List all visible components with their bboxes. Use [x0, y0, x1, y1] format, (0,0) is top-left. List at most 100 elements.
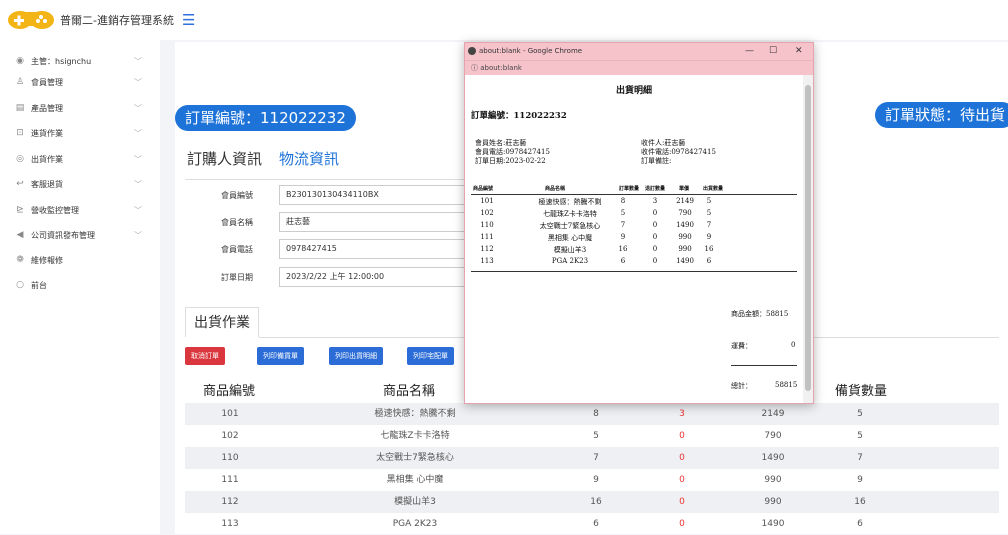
doc-col-id: 商品編號: [473, 186, 494, 192]
prep-qty-cell: 5: [857, 409, 863, 419]
doc-title: 出貨明細: [615, 86, 652, 96]
outbound-icon: ◎: [16, 154, 24, 164]
doc-cell: 6: [706, 257, 712, 265]
doc-cell: 極速快感：熱騰不剩: [538, 198, 602, 206]
sidebar-item-returns[interactable]: ↩ 客服退貨 ﹀: [0, 171, 160, 197]
product-id-cell: 112: [221, 497, 239, 507]
doc-cell: 16: [704, 245, 714, 253]
info-icon: ⓘ: [471, 64, 478, 72]
order-qty-cell: 7: [593, 453, 599, 463]
column-header-product-name: 商品名稱: [383, 384, 436, 399]
doc-cell: PGA 2K23: [551, 257, 589, 265]
member-phone-text: 會員電話:0978427415: [475, 148, 550, 156]
chevron-down-icon: ﹀: [134, 230, 142, 240]
member-name-text: 會員姓名:莊志藝: [475, 139, 527, 147]
doc-cell: 9: [620, 233, 626, 241]
prep-qty-cell: 16: [854, 497, 866, 507]
doc-cell: 太空戰士7緊急核心: [539, 222, 601, 230]
inbound-icon: ⊡: [16, 128, 24, 138]
member-id-field[interactable]: B230130130434110BX: [279, 185, 479, 205]
close-icon[interactable]: ✕: [795, 43, 803, 60]
doc-divider: [471, 194, 797, 195]
doc-col-returned: 退訂數量: [645, 186, 666, 192]
popup-title-bar[interactable]: about:blank - Google Chrome — ☐ ✕: [465, 43, 813, 60]
sidebar-item-repair[interactable]: ❁ 維修報修: [0, 247, 160, 273]
sum-divider: [731, 365, 797, 366]
popup-window-title: about:blank - Google Chrome: [479, 47, 583, 55]
returned-qty-cell: 0: [679, 475, 685, 485]
product-name-cell: 極速快感：熱騰不剩: [374, 409, 456, 419]
order-status-badge: 訂單狀態：待出貨: [875, 102, 1008, 128]
sidebar-item-revenue-monitor[interactable]: ⊵ 營收監控管理 ﹀: [0, 197, 160, 223]
order-date-field[interactable]: 2023/2/22 上午 12:00:00: [279, 267, 479, 287]
maximize-icon[interactable]: ☐: [769, 43, 777, 60]
doc-cell: 8: [620, 197, 626, 205]
tab-shipping[interactable]: 出貨作業: [185, 307, 259, 337]
popup-scrollbar[interactable]: [803, 75, 813, 403]
print-delivery-slip-button[interactable]: 列印宅配單: [407, 347, 454, 365]
sidebar-item-label: 會員管理: [31, 77, 63, 87]
order-qty-cell: 6: [593, 519, 599, 529]
product-name-cell: 太空戰士7緊急核心: [376, 453, 454, 463]
publish-icon: ◀: [16, 230, 24, 240]
url-text: about:blank: [480, 64, 522, 72]
price-cell: 990: [764, 475, 782, 485]
sidebar-item-members[interactable]: ♙ 會員管理 ﹀: [0, 69, 160, 95]
doc-cell: 110: [480, 221, 494, 229]
grand-total-value: 58815: [775, 381, 798, 389]
member-phone-field[interactable]: 0978427415: [279, 239, 479, 259]
doc-order-number: 訂單編號：112022232: [471, 111, 567, 121]
grand-total-label: 總計：: [731, 382, 752, 390]
doc-cell: 0: [652, 233, 658, 241]
order-qty-cell: 9: [593, 475, 599, 485]
sidebar-item-company-publish[interactable]: ◀ 公司資訊發布管理 ﹀: [0, 222, 160, 248]
doc-cell: 0: [652, 209, 658, 217]
tab-logistics-info[interactable]: 物流資訊: [279, 148, 339, 169]
hamburger-menu-icon[interactable]: ☰: [182, 11, 195, 29]
doc-cell: 0: [652, 245, 658, 253]
chevron-down-icon: ﹀: [134, 128, 142, 138]
product-id-cell: 111: [221, 475, 239, 485]
doc-cell: 3: [652, 197, 658, 205]
sidebar-item-label: 產品管理: [31, 103, 63, 113]
doc-cell: 1490: [676, 257, 694, 265]
sidebar-item-frontend[interactable]: ○ 前台: [0, 272, 160, 298]
column-header-prep-qty: 備貨數量: [835, 384, 888, 399]
top-bar: 普爾二-進銷存管理系統 ☰: [0, 0, 1008, 40]
doc-cell: 101: [480, 197, 494, 205]
price-cell: 790: [764, 431, 782, 441]
prep-qty-cell: 9: [857, 475, 863, 485]
order-number-badge: 訂單編號：112022232: [175, 105, 356, 131]
chevron-down-icon: ﹀: [134, 56, 142, 66]
returned-qty-cell: 0: [679, 431, 685, 441]
frontend-icon: ○: [16, 280, 24, 290]
remark-text: 訂單備註:: [641, 157, 672, 165]
sidebar-item-products[interactable]: ▤ 產品管理 ﹀: [0, 95, 160, 121]
doc-cell: 112: [480, 245, 494, 253]
print-shipping-detail-button[interactable]: 列印出貨明細: [329, 347, 383, 365]
doc-cell: 0: [652, 257, 658, 265]
scrollbar-thumb[interactable]: [805, 85, 811, 391]
chrome-icon: [468, 47, 476, 55]
sidebar-item-outbound[interactable]: ◎ 出貨作業 ﹀: [0, 146, 160, 172]
print-prep-list-button[interactable]: 列印備貨單: [257, 347, 304, 365]
cancel-order-button[interactable]: 取消訂單: [185, 347, 225, 365]
doc-cell: 113: [480, 257, 494, 265]
doc-cell: 7: [706, 221, 712, 229]
address-bar[interactable]: ⓘ about:blank: [465, 60, 813, 75]
sidebar-item-inbound[interactable]: ⊡ 進貨作業 ﹀: [0, 120, 160, 146]
product-id-cell: 102: [221, 431, 239, 441]
member-name-field[interactable]: 莊志藝: [279, 212, 479, 232]
returned-qty-cell: 0: [679, 519, 685, 529]
tab-buyer-info[interactable]: 訂購人資訊: [187, 148, 262, 175]
member-phone-label: 會員電話: [221, 245, 253, 254]
product-icon: ▤: [15, 103, 25, 113]
minimize-icon[interactable]: —: [745, 43, 754, 60]
price-cell: 1490: [761, 519, 785, 529]
doc-cell: 990: [678, 245, 692, 253]
order-date-text: 訂單日期:2023-02-22: [475, 157, 546, 165]
recipient-phone-text: 收件電話:0978427415: [641, 148, 716, 156]
doc-cell: 102: [480, 209, 494, 217]
sidebar-item-label: 維修報修: [31, 255, 63, 265]
product-id-cell: 101: [221, 409, 239, 419]
